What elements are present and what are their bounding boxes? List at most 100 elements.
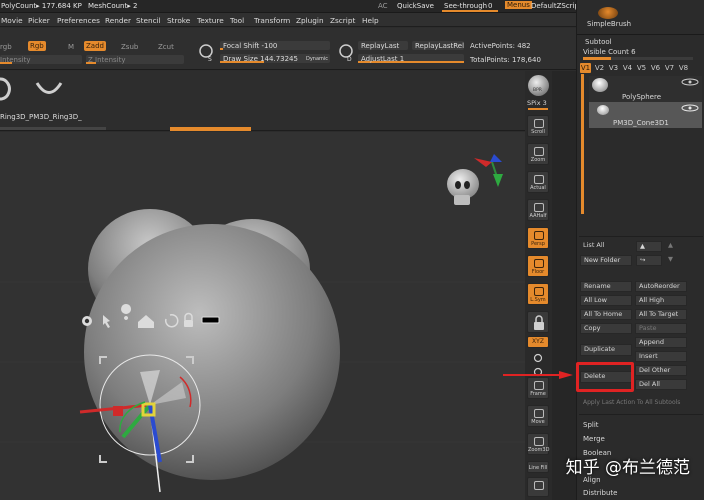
spix-readout[interactable]: SPix 3	[527, 99, 547, 107]
s-label: S	[208, 56, 212, 63]
eye-icon[interactable]	[680, 104, 700, 112]
actual-button[interactable]: Actual	[527, 171, 549, 193]
move-up-button[interactable]: ▲	[636, 241, 662, 252]
subtool-title[interactable]: Subtool	[585, 38, 612, 46]
tab-v4[interactable]: V4	[622, 63, 633, 73]
rename-button[interactable]: Rename	[580, 281, 632, 292]
menu-movie[interactable]: Movie	[1, 16, 23, 25]
menu-render[interactable]: Render	[105, 16, 131, 25]
lsym-button[interactable]: L.Sym	[527, 283, 549, 305]
insert-button[interactable]: Insert	[635, 351, 687, 362]
polyframe-button[interactable]	[527, 477, 549, 497]
split-menu[interactable]: Split	[583, 421, 599, 429]
see-through-slider[interactable]	[442, 10, 498, 12]
canvas-drawing	[0, 154, 525, 493]
new-folder-button[interactable]: New Folder	[580, 255, 632, 266]
tab-v5[interactable]: V5	[636, 63, 647, 73]
all-to-target-button[interactable]: All To Target	[635, 309, 687, 320]
line-fill-button[interactable]: Line Fill	[527, 461, 549, 473]
paste-button[interactable]: Paste	[635, 323, 687, 334]
eye-icon[interactable]	[680, 78, 700, 86]
xyz-button[interactable]: XYZ	[527, 336, 549, 348]
move-down-button[interactable]: ↪	[636, 255, 662, 266]
quicksave-button[interactable]: QuickSave	[397, 2, 434, 10]
panel-divider	[579, 236, 703, 237]
z-intensity-label: Z Intensity	[88, 56, 126, 64]
arrow-right-icon: ↪	[640, 256, 646, 264]
visible-count-slider[interactable]	[583, 57, 693, 60]
all-high-button[interactable]: All High	[635, 295, 687, 306]
cone-thumbnail	[597, 105, 609, 115]
frame-button[interactable]: Frame	[527, 377, 549, 399]
m-toggle[interactable]: M	[68, 43, 74, 51]
shelf-scroll-thumb[interactable]	[170, 127, 251, 131]
spix-slider[interactable]	[528, 108, 548, 110]
floor-button[interactable]: Floor	[527, 255, 549, 277]
see-through-label[interactable]: See-through	[444, 2, 487, 10]
subtool-list-scrollbar[interactable]	[581, 74, 584, 214]
simple-brush-icon[interactable]	[598, 7, 618, 19]
zsub-toggle[interactable]: Zsub	[121, 43, 138, 51]
menu-help[interactable]: Help	[362, 16, 379, 25]
ac-button[interactable]: AC	[378, 2, 388, 10]
menu-stencil[interactable]: Stencil	[136, 16, 161, 25]
menu-stroke[interactable]: Stroke	[167, 16, 190, 25]
menu-zplugin[interactable]: Zplugin	[296, 16, 324, 25]
menu-zscript[interactable]: Zscript	[330, 16, 355, 25]
del-other-button[interactable]: Del Other	[635, 365, 687, 376]
subtool-item-polysphere[interactable]: PolySphere	[589, 76, 702, 102]
tab-v7[interactable]: V7	[664, 63, 675, 73]
zadd-toggle[interactable]: Zadd	[84, 41, 106, 51]
draw-size-label: Draw Size 144.73245	[223, 55, 298, 63]
apply-last-action-button[interactable]: Apply Last Action To All Subtools	[580, 398, 700, 409]
canvas-viewport[interactable]	[0, 132, 525, 500]
menu-transform[interactable]: Transform	[254, 16, 290, 25]
persp-button[interactable]: Persp	[527, 227, 549, 249]
ring-tool-thumbnail-2-icon[interactable]	[34, 80, 64, 98]
auto-reorder-button[interactable]: AutoReorder	[635, 281, 687, 292]
ring-tool-thumbnail-icon[interactable]	[0, 76, 14, 102]
focal-shift-label: Focal Shift -100	[223, 42, 278, 50]
shelf-scroll-left[interactable]	[0, 127, 106, 130]
tab-v8[interactable]: V8	[678, 63, 689, 73]
visible-count-label[interactable]: Visible Count 6	[583, 48, 636, 56]
tab-v2[interactable]: V2	[594, 63, 605, 73]
merge-menu[interactable]: Merge	[583, 435, 605, 443]
menu-tool[interactable]: Tool	[230, 16, 244, 25]
aahalf-button[interactable]: AAHalf	[527, 199, 549, 221]
tab-v3[interactable]: V3	[608, 63, 619, 73]
zoom-button[interactable]: Zoom	[527, 143, 549, 165]
zcut-toggle[interactable]: Zcut	[158, 43, 174, 51]
lock-button[interactable]	[527, 311, 549, 333]
list-all-button[interactable]: List All	[580, 241, 632, 252]
distribute-menu[interactable]: Distribute	[583, 489, 617, 497]
panel-scroll-strip[interactable]	[552, 71, 576, 500]
rotate-y-button[interactable]	[527, 351, 549, 365]
move-down-disabled-button[interactable]: ▼	[665, 255, 691, 266]
zoom3d-button[interactable]: Zoom3D	[527, 433, 549, 455]
arrow-up-icon: ▲	[668, 241, 673, 249]
dynamic-toggle[interactable]: Dynamic	[306, 56, 328, 62]
move-up-disabled-button[interactable]: ▲	[665, 241, 691, 252]
duplicate-button[interactable]: Duplicate	[580, 344, 632, 356]
skull-navigation-icon[interactable]	[447, 169, 479, 205]
move-button[interactable]: Move	[527, 405, 549, 427]
subtool-item-cone[interactable]: PM3D_Cone3D1	[589, 102, 702, 128]
del-all-button[interactable]: Del All	[635, 379, 687, 390]
menu-preferences[interactable]: Preferences	[57, 16, 100, 25]
copy-button[interactable]: Copy	[580, 323, 632, 334]
simple-brush-label[interactable]: SimpleBrush	[587, 20, 631, 28]
tab-v6[interactable]: V6	[650, 63, 661, 73]
tab-v1[interactable]: V1	[580, 63, 591, 73]
menu-texture[interactable]: Texture	[197, 16, 224, 25]
all-low-button[interactable]: All Low	[580, 295, 632, 306]
subtool-name: PolySphere	[622, 93, 662, 101]
append-button[interactable]: Append	[635, 337, 687, 348]
lock-icon	[534, 315, 544, 330]
menu-picker[interactable]: Picker	[28, 16, 50, 25]
all-to-home-button[interactable]: All To Home	[580, 309, 632, 320]
default-zscript-button[interactable]: DefaultZScript	[531, 2, 582, 10]
menus-toggle[interactable]: Menus	[505, 1, 532, 9]
scroll-button[interactable]: Scroll	[527, 115, 549, 137]
rgb-toggle[interactable]: Rgb	[28, 41, 46, 51]
